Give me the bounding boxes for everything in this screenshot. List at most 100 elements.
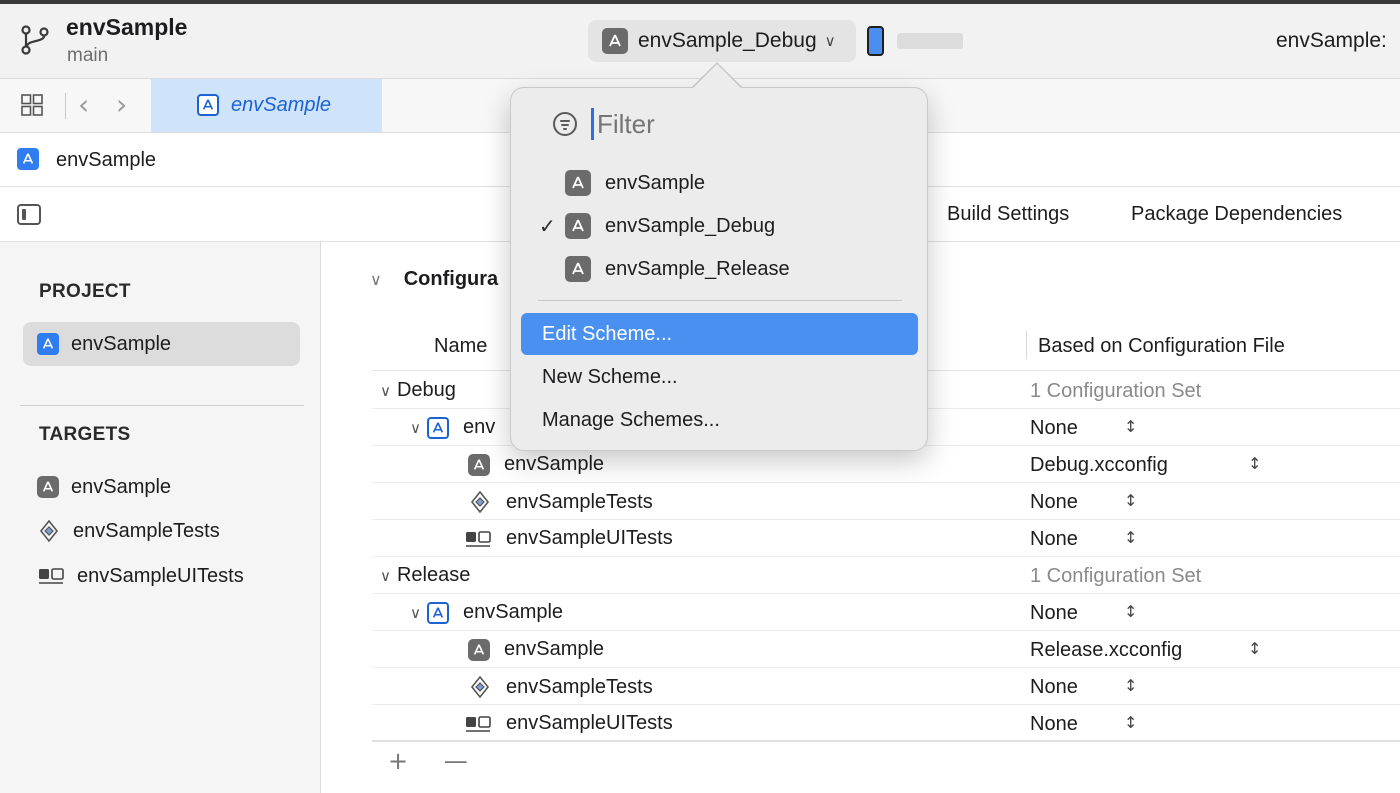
chevron-down-icon[interactable]: ∨ xyxy=(410,419,421,437)
chevron-down-icon[interactable]: ∨ xyxy=(410,604,421,622)
table-row-release[interactable]: ∨ Release 1 Configuration Set xyxy=(372,557,1400,594)
uitest-icon xyxy=(466,530,491,547)
sidebar-item-label: envSampleUITests xyxy=(77,564,244,587)
project-icon xyxy=(426,416,449,439)
stepper-icon[interactable]: ↕ xyxy=(1248,639,1261,658)
row-config-value[interactable]: None xyxy=(1030,713,1078,736)
row-label-group: envSampleTests xyxy=(468,490,653,514)
manage-schemes-menu-item[interactable]: Manage Schemes... xyxy=(521,399,918,441)
table-row-project[interactable]: ∨ envSample None ↕ xyxy=(372,594,1400,631)
back-arrow-icon[interactable]: ‹ xyxy=(78,88,89,121)
checkmark-icon: ✓ xyxy=(539,214,556,238)
row-config-value[interactable]: Release.xcconfig xyxy=(1030,639,1182,662)
tab-separator xyxy=(65,93,66,119)
tab-build-settings[interactable]: Build Settings xyxy=(947,203,1069,226)
project-icon xyxy=(17,148,39,170)
test-icon xyxy=(470,490,490,514)
stepper-icon[interactable]: ↕ xyxy=(1124,713,1137,732)
sidebar-toggle-icon[interactable] xyxy=(17,204,41,225)
branch-name[interactable]: main xyxy=(67,45,108,67)
app-icon xyxy=(37,476,59,498)
remove-button[interactable]: — xyxy=(444,747,468,775)
table-row-target[interactable]: envSampleTests None ↕ xyxy=(372,668,1400,705)
project-targets-sidebar: PROJECT envSample TARGETS envSample envS… xyxy=(0,242,321,793)
branch-icon xyxy=(21,25,49,55)
stepper-icon[interactable]: ↕ xyxy=(1124,417,1137,436)
scheme-item-envsample-debug[interactable]: ✓ envSample_Debug xyxy=(539,213,775,239)
project-section-title: PROJECT xyxy=(39,281,131,302)
app-icon xyxy=(565,213,591,239)
menu-divider xyxy=(538,300,902,301)
row-label-group: ∨ envSample xyxy=(410,601,563,624)
scheme-picker-button[interactable]: envSample_Debug ∨ xyxy=(588,20,856,62)
row-config-value: 1 Configuration Set xyxy=(1030,565,1202,587)
row-label-group: ∨ env xyxy=(410,416,495,439)
row-label-group: envSample xyxy=(468,453,604,476)
row-label: envSample xyxy=(504,453,605,475)
window-top-edge xyxy=(0,0,1400,4)
row-config-value[interactable]: None xyxy=(1030,676,1078,699)
device-name-redacted[interactable] xyxy=(897,33,963,49)
filter-icon xyxy=(553,112,577,136)
project-name: envSample xyxy=(66,14,188,40)
tab-package-dependencies[interactable]: Package Dependencies xyxy=(1131,203,1342,226)
row-label-group: envSampleTests xyxy=(468,675,653,699)
row-config-value[interactable]: None xyxy=(1030,602,1078,625)
row-label: Debug xyxy=(396,379,456,401)
row-config-value[interactable]: None xyxy=(1030,491,1078,514)
scheme-item-envsample[interactable]: envSample xyxy=(539,170,705,196)
forward-arrow-icon[interactable]: › xyxy=(116,88,127,121)
uitest-icon xyxy=(466,715,491,732)
column-header-name[interactable]: Name xyxy=(434,335,487,358)
table-row-target[interactable]: envSampleUITests None ↕ xyxy=(372,520,1400,557)
stepper-icon[interactable]: ↕ xyxy=(1248,454,1261,473)
sidebar-item-label: envSample xyxy=(71,332,172,355)
table-row-target[interactable]: envSample Release.xcconfig ↕ xyxy=(372,631,1400,668)
row-config-value[interactable]: None xyxy=(1030,417,1078,440)
scheme-item-envsample-release[interactable]: envSample_Release xyxy=(539,256,790,282)
row-label: env xyxy=(462,416,496,438)
configurations-section-header[interactable]: ∨ Configura xyxy=(370,268,498,291)
add-button[interactable]: + xyxy=(388,747,408,775)
uitest-icon xyxy=(39,568,64,584)
sidebar-item-target-envsample[interactable]: envSample xyxy=(23,465,300,509)
row-config-value[interactable]: None xyxy=(1030,528,1078,551)
app-icon xyxy=(468,638,490,661)
column-separator xyxy=(1026,331,1027,359)
filter-input[interactable] xyxy=(597,108,847,140)
stepper-icon[interactable]: ↕ xyxy=(1124,676,1137,695)
app-icon xyxy=(602,28,628,54)
popover-arrow xyxy=(693,64,741,88)
sidebar-item-label: envSample xyxy=(71,475,172,498)
project-icon xyxy=(426,601,449,624)
app-icon xyxy=(468,453,490,476)
scheme-picker-label: envSample_Debug xyxy=(638,29,817,52)
related-items-grid-icon[interactable] xyxy=(21,94,43,116)
row-config-value[interactable]: Debug.xcconfig xyxy=(1030,454,1168,477)
text-cursor xyxy=(591,108,594,140)
table-row-target[interactable]: envSampleTests None ↕ xyxy=(372,483,1400,520)
table-row-target[interactable]: envSampleUITests None ↕ xyxy=(372,705,1400,742)
sidebar-item-target-uitests[interactable]: envSampleUITests xyxy=(23,554,300,598)
chevron-down-icon[interactable]: ∨ xyxy=(380,567,391,585)
new-scheme-menu-item[interactable]: New Scheme... xyxy=(521,356,918,398)
tab-envsample[interactable]: envSample xyxy=(151,79,382,132)
row-label: Release xyxy=(396,564,471,586)
iphone-icon[interactable] xyxy=(867,26,884,56)
table-row-target[interactable]: envSample Debug.xcconfig ↕ xyxy=(372,446,1400,483)
scheme-item-label: envSample_Debug xyxy=(605,214,776,237)
sidebar-item-project[interactable]: envSample xyxy=(23,322,300,366)
sidebar-item-target-tests[interactable]: envSampleTests xyxy=(23,509,300,553)
chevron-down-icon[interactable]: ∨ xyxy=(380,382,391,400)
edit-scheme-menu-item[interactable]: Edit Scheme... xyxy=(521,313,918,355)
column-header-config-file[interactable]: Based on Configuration File xyxy=(1038,335,1285,358)
stepper-icon[interactable]: ↕ xyxy=(1124,491,1137,510)
row-label: envSample xyxy=(462,601,564,623)
breadcrumb[interactable]: envSample xyxy=(56,149,156,172)
chevron-down-icon: ∨ xyxy=(824,33,836,50)
row-label-group: envSampleUITests xyxy=(464,527,673,550)
stepper-icon[interactable]: ↕ xyxy=(1124,602,1137,621)
configurations-title: Configura xyxy=(403,268,499,290)
row-config-value: 1 Configuration Set xyxy=(1030,380,1202,402)
stepper-icon[interactable]: ↕ xyxy=(1124,528,1137,547)
